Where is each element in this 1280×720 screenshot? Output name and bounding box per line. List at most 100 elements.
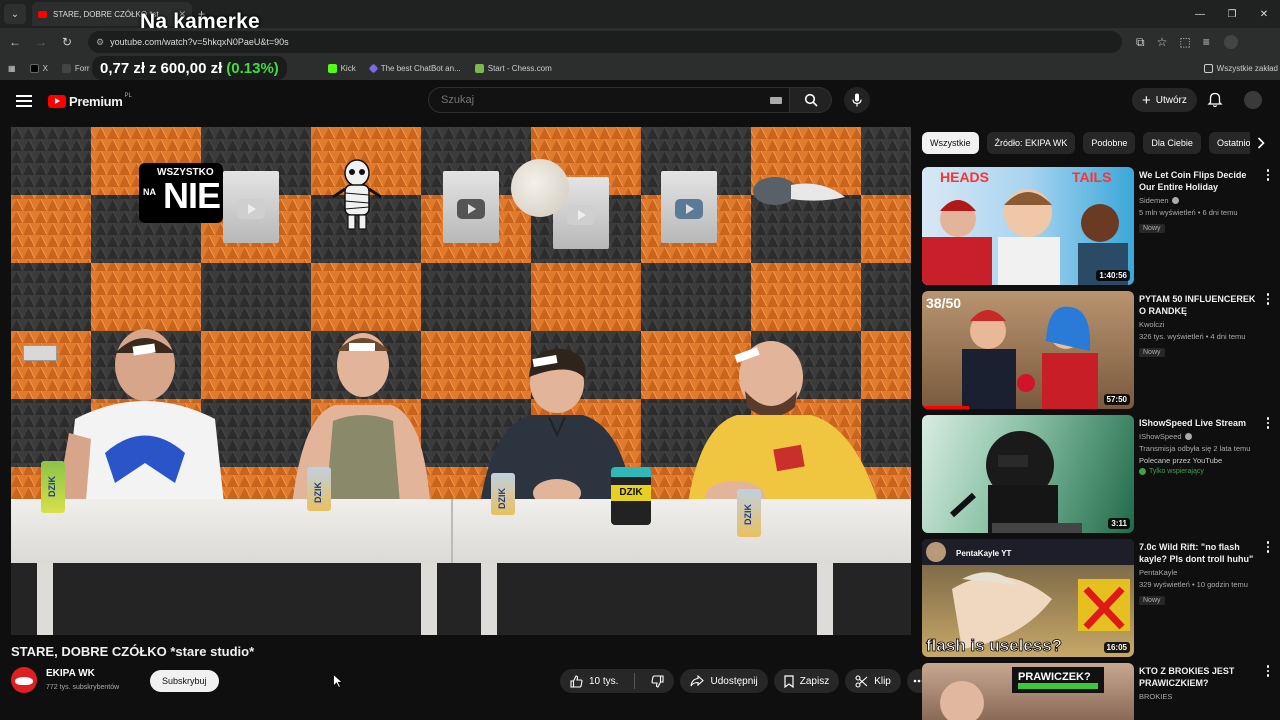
chips-next-button[interactable] [1250, 132, 1272, 154]
recommendation-item[interactable]: PentaKayle YT flash is useless? 16:05 7.… [922, 539, 1272, 657]
share-button[interactable]: Udostępnij [680, 669, 768, 693]
foam-panel [311, 263, 421, 331]
bookmark-kick[interactable]: Kick [327, 63, 356, 73]
rec-meta: 329 wyświetleń • 10 godzin temu [1139, 580, 1248, 589]
youtube-logo[interactable]: Premium PL [48, 93, 132, 109]
chess-icon [474, 63, 484, 73]
url-field[interactable]: ⚙ youtube.com/watch?v=5hkqxN0PaeU&t=90s [88, 31, 1122, 53]
bookmark-chatbot[interactable]: The best ChatBot an... [368, 63, 461, 73]
video-player[interactable]: WSZYSTKO NA NIE DZIK DZIK DZIK DZIK DZIK [11, 127, 911, 635]
sign-line-3: NIE [163, 175, 221, 216]
share-label: Udostępnij [710, 675, 758, 687]
account-avatar[interactable] [1244, 91, 1262, 109]
sign-line-2: NA [143, 187, 156, 197]
clip-button[interactable]: Klip [845, 669, 901, 693]
more-options-icon[interactable] [1265, 417, 1271, 429]
maximize-button[interactable]: ❐ [1216, 9, 1248, 20]
search-input[interactable] [428, 87, 790, 113]
mummy-figure [332, 159, 382, 230]
subscribe-button[interactable]: Subskrybuj [150, 670, 219, 692]
chip-source[interactable]: Źródło: EKIPA WK [986, 132, 1076, 154]
search-box [428, 87, 870, 113]
video-duration: 16:05 [1103, 642, 1130, 653]
search-button[interactable] [790, 87, 832, 113]
back-button[interactable]: ← [4, 35, 26, 49]
minimize-button[interactable]: — [1184, 9, 1216, 20]
video-thumbnail[interactable]: HEADS TAILS 1:40:56 [922, 167, 1134, 285]
thumb-heads-text: HEADS [940, 169, 989, 185]
watch-progress-bar [922, 406, 969, 409]
foam-panel [751, 263, 861, 331]
save-button[interactable]: Zapisz [773, 669, 840, 693]
extensions-icon[interactable]: ⬚ [1179, 35, 1190, 50]
rec-channel[interactable]: IShowSpeed [1139, 432, 1263, 441]
forward-button[interactable]: → [30, 35, 52, 49]
thumbnail-art [949, 431, 1082, 533]
rec-meta: Transmisja odbyła się 2 lata temu [1139, 444, 1251, 453]
rec-title[interactable]: We Let Coin Flips Decide Our Entire Holi… [1139, 169, 1263, 193]
chevron-right-icon [1257, 137, 1265, 149]
recommendation-item[interactable]: 38/50 57:50 PYTAM 50 INFLUENCEREK O RAND… [922, 291, 1272, 409]
apps-icon[interactable]: ▦ [8, 64, 16, 73]
wszystko-na-nie-sign: WSZYSTKO NA NIE [139, 163, 223, 223]
new-badge: Nowy [1139, 596, 1165, 605]
more-options-icon[interactable] [1265, 665, 1271, 677]
browser-profile-avatar[interactable] [1223, 35, 1238, 49]
recommendation-item[interactable]: 3:11 IShowSpeed Live Stream IShowSpeed T… [922, 415, 1272, 533]
reload-button[interactable]: ↻ [56, 35, 78, 49]
bookmark-chess[interactable]: Start - Chess.com [474, 63, 552, 73]
more-options-icon[interactable] [1265, 541, 1271, 553]
bookmarks-folder[interactable]: Wszystkie zakład [1203, 63, 1278, 73]
menu-icon[interactable] [16, 95, 32, 107]
thumbnail-art: HEADS TAILS [922, 169, 1128, 285]
like-button[interactable]: 10 tys. [560, 669, 628, 693]
video-thumbnail[interactable]: 3:11 [922, 415, 1134, 533]
address-bar-row: ← → ↻ ⚙ youtube.com/watch?v=5hkqxN0PaeU&… [0, 28, 1280, 56]
rec-channel[interactable]: Sidemen [1139, 196, 1263, 205]
rec-title[interactable]: KTO Z BROKIES JEST PRAWICZKIEM? [1139, 665, 1263, 689]
recommendation-item[interactable]: HEADS TAILS 1:40:56 We Let Coin Flips De… [922, 167, 1272, 285]
video-thumbnail[interactable]: 38/50 57:50 [922, 291, 1134, 409]
ticker-percent: (0.13%) [226, 59, 279, 77]
rec-channel[interactable]: BROKIES [1139, 692, 1263, 701]
create-button[interactable]: + Utwórz [1132, 88, 1197, 112]
chip-similar[interactable]: Podobne [1083, 132, 1136, 154]
site-info-icon[interactable]: ⚙ [96, 37, 104, 48]
tadpole-figure [753, 177, 845, 205]
close-window-button[interactable]: ✕ [1248, 9, 1280, 20]
search-icon [804, 93, 818, 107]
keyboard-icon[interactable] [770, 97, 782, 104]
rec-channel[interactable]: Kwolczi [1139, 320, 1263, 329]
bookmark-star-icon[interactable]: ☆ [1157, 35, 1168, 50]
voice-search-button[interactable] [844, 87, 870, 113]
studio-table [11, 499, 911, 563]
rec-title[interactable]: PYTAM 50 INFLUENCEREK O RANDKĘ [1139, 293, 1263, 317]
stock-ticker-overlay: 0,77 zł z 600,00 zł (0.13%) [92, 56, 287, 80]
bookmark-forum[interactable]: Forr [61, 63, 90, 73]
video-actions: 10 tys. Udostępnij Zapisz Klip [560, 669, 931, 693]
more-options-icon[interactable] [1265, 293, 1271, 305]
rec-title[interactable]: 7.0c Wild Rift: "no flash kayle? Pls don… [1139, 541, 1263, 565]
chip-for-you[interactable]: Dla Ciebie [1143, 132, 1201, 154]
chip-all[interactable]: Wszystkie [922, 132, 979, 154]
video-thumbnail[interactable]: PentaKayle YT flash is useless? 16:05 [922, 539, 1134, 657]
channel-name[interactable]: EKIPA WK [46, 668, 95, 679]
more-options-icon[interactable] [1265, 169, 1271, 181]
subscriber-count: 772 tys. subskrybentów [46, 684, 120, 691]
channel-avatar[interactable] [11, 667, 37, 693]
rec-title[interactable]: IShowSpeed Live Stream [1139, 417, 1263, 429]
thumbs-up-icon [570, 674, 583, 688]
folder-icon [1203, 63, 1213, 73]
tab-search-button[interactable]: ⌄ [4, 4, 26, 24]
media-icon[interactable]: ≡ [1203, 35, 1210, 50]
video-thumbnail[interactable]: PRAWICZEK? [922, 663, 1134, 720]
forum-icon [61, 63, 71, 73]
notifications-bell-icon[interactable] [1207, 92, 1223, 108]
bookmark-x[interactable]: X [29, 63, 48, 73]
rec-channel[interactable]: PentaKayle [1139, 568, 1263, 577]
cast-icon[interactable]: ⧉ [1136, 35, 1145, 50]
chatbot-icon [368, 63, 379, 73]
rec-meta: 326 tys. wyświetleń • 4 dni temu [1139, 332, 1246, 341]
dislike-button[interactable] [641, 669, 674, 693]
recommendation-item[interactable]: PRAWICZEK? KTO Z BROKIES JEST PRAWICZKIE… [922, 663, 1272, 720]
